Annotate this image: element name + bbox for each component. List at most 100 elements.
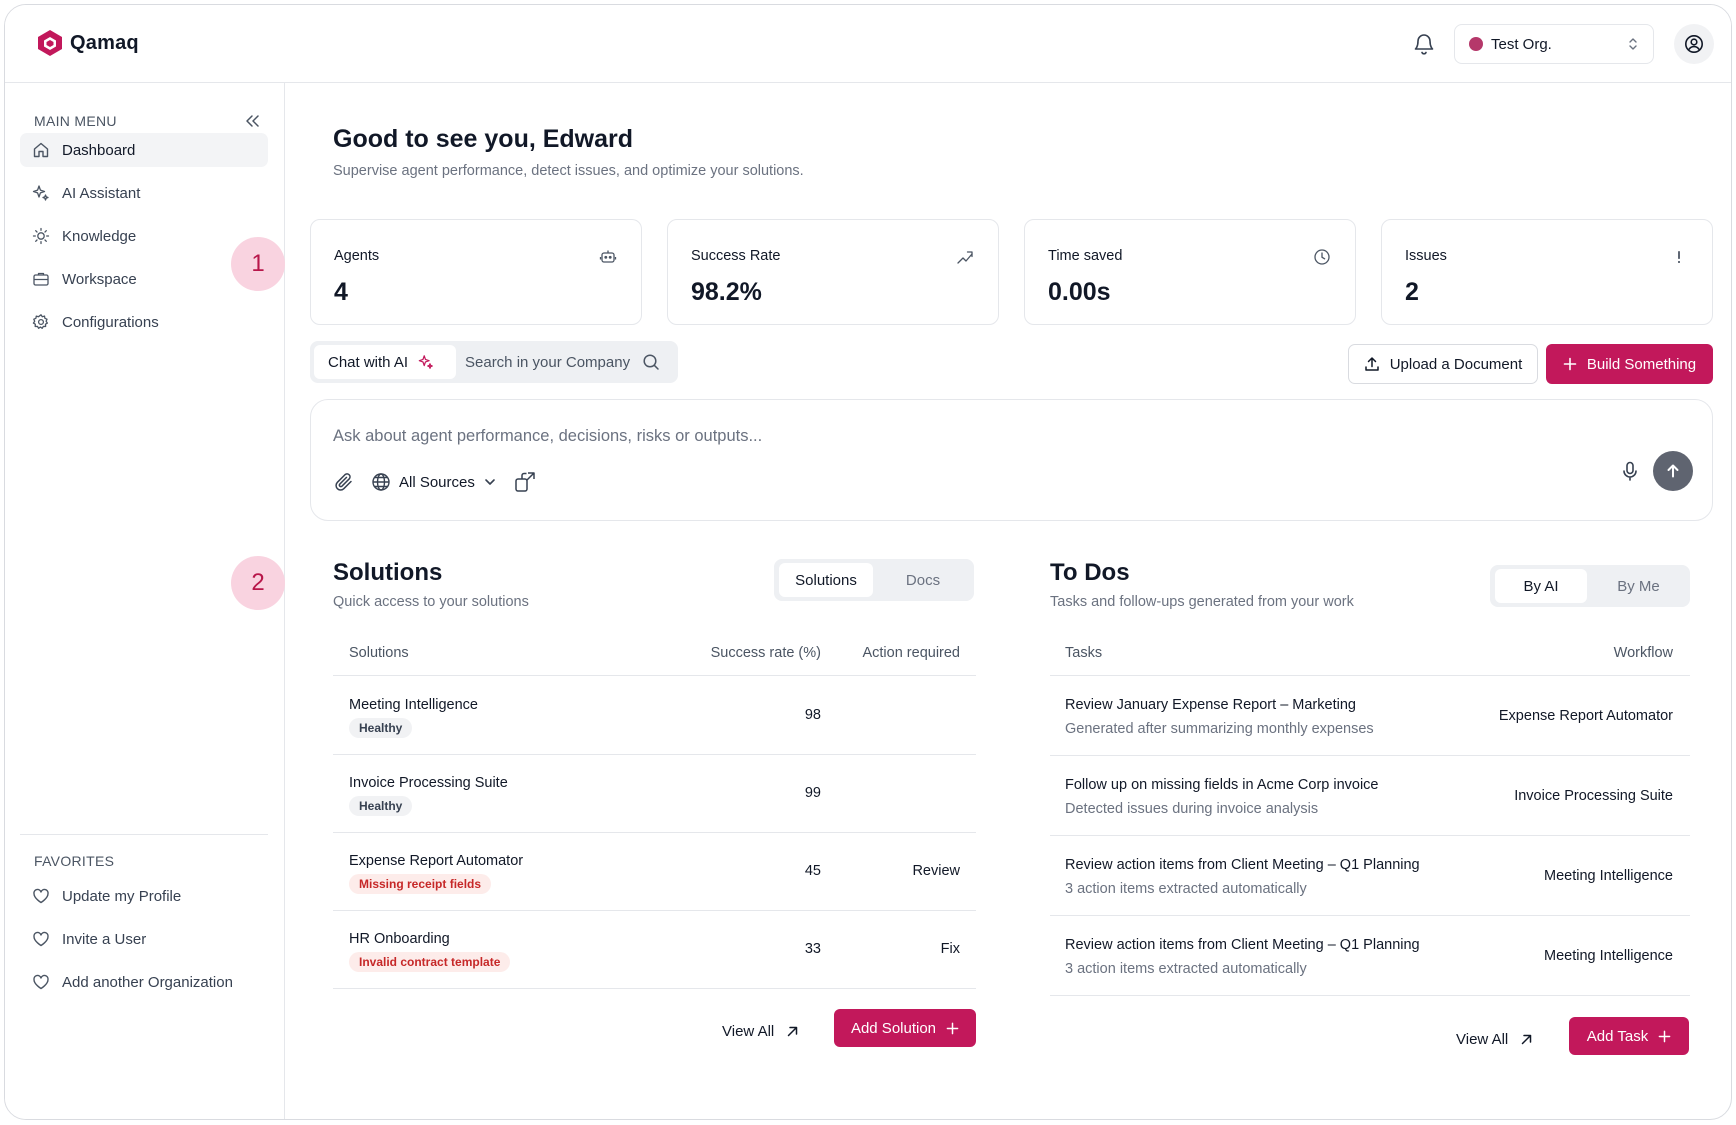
- chat-tools: All Sources: [333, 470, 537, 494]
- heart-icon: [33, 888, 49, 904]
- page-subtitle: Supervise agent performance, detect issu…: [333, 163, 804, 179]
- clock-icon: [1314, 249, 1330, 265]
- logo[interactable]: Qamaq: [37, 29, 139, 57]
- user-avatar[interactable]: [1674, 24, 1714, 64]
- stat-card-time-saved[interactable]: Time saved 0.00s: [1024, 219, 1356, 325]
- button-label: Add Solution: [850, 1019, 937, 1037]
- main-menu-heading: MAIN MENU: [34, 113, 117, 129]
- tab-docs[interactable]: Docs: [877, 563, 969, 597]
- stat-label: Success Rate: [691, 248, 781, 264]
- lightbulb-icon: [32, 227, 50, 245]
- tab-by-ai[interactable]: By AI: [1495, 569, 1587, 603]
- table-divider: [333, 832, 976, 833]
- table-divider: [1050, 675, 1690, 676]
- action-required-link[interactable]: Fix: [875, 941, 960, 957]
- task-title: Follow up on missing fields in Acme Corp…: [1065, 777, 1379, 793]
- brand-name: Qamaq: [70, 31, 139, 54]
- sidebar-item-knowledge[interactable]: Knowledge: [20, 219, 268, 253]
- tools-icon[interactable]: [513, 470, 537, 494]
- solution-name: Meeting Intelligence: [349, 697, 478, 713]
- send-button[interactable]: [1653, 451, 1693, 491]
- button-label: Add Task: [1586, 1027, 1649, 1045]
- org-color-dot: [1469, 37, 1483, 51]
- tab-chat-with-ai[interactable]: Chat with AI: [314, 345, 456, 379]
- success-rate-value: 45: [804, 863, 821, 879]
- favorite-add-organization[interactable]: Add another Organization: [20, 965, 268, 999]
- favorite-update-profile[interactable]: Update my Profile: [20, 879, 268, 913]
- chevron-up-down-icon: [1629, 38, 1637, 50]
- build-something-button[interactable]: Build Something: [1546, 344, 1713, 384]
- column-header-workflow: Workflow: [1613, 645, 1673, 661]
- chat-input[interactable]: Ask about agent performance, decisions, …: [333, 427, 762, 446]
- column-header-success-rate: Success rate (%): [710, 645, 821, 661]
- bell-icon[interactable]: [1412, 31, 1436, 57]
- favorite-invite-user[interactable]: Invite a User: [20, 922, 268, 956]
- chat-search-toggle: Chat with AI Search in your Company: [310, 341, 678, 383]
- stat-value: 0.00s: [1048, 278, 1111, 306]
- upload-icon: [1364, 357, 1379, 371]
- heart-icon: [33, 974, 49, 990]
- plus-icon: [1658, 1030, 1671, 1042]
- arrow-up-right-icon: [788, 1026, 798, 1037]
- add-task-button[interactable]: Add Task: [1569, 1017, 1689, 1055]
- button-label: Upload a Document: [1389, 355, 1523, 373]
- success-rate-value: 98: [804, 707, 821, 723]
- gear-icon: [32, 314, 49, 329]
- favorite-label: Add another Organization: [62, 973, 233, 991]
- status-badge: Invalid contract template: [349, 952, 511, 972]
- add-solution-button[interactable]: Add Solution: [834, 1009, 976, 1047]
- column-header-solutions: Solutions: [349, 645, 409, 661]
- status-badge: Healthy: [349, 718, 413, 738]
- sparkle-icon: [32, 185, 49, 201]
- button-label: Build Something: [1586, 355, 1697, 373]
- stat-card-agents[interactable]: Agents 4: [310, 219, 642, 325]
- stat-card-success-rate[interactable]: Success Rate 98.2%: [667, 219, 999, 325]
- task-workflow: Expense Report Automator: [1498, 708, 1673, 724]
- top-bar: Qamaq Test Org.: [5, 5, 1731, 83]
- plus-icon: [1563, 357, 1577, 371]
- chat-composer: Ask about agent performance, decisions, …: [310, 399, 1713, 521]
- column-header-action-required: Action required: [862, 645, 960, 661]
- todos-view-all-link[interactable]: View All: [1456, 1031, 1533, 1048]
- stat-card-issues[interactable]: Issues 2: [1381, 219, 1713, 325]
- task-workflow: Meeting Intelligence: [1544, 868, 1673, 884]
- globe-icon: [372, 473, 390, 491]
- favorite-label: Invite a User: [62, 930, 147, 948]
- arrow-up-icon: [1667, 464, 1679, 478]
- table-divider: [333, 675, 976, 676]
- stat-label: Time saved: [1048, 248, 1123, 264]
- sidebar-item-configurations[interactable]: Configurations: [20, 305, 268, 339]
- solutions-view-all-link[interactable]: View All: [722, 1023, 799, 1040]
- chevron-down-icon: [485, 479, 495, 485]
- status-badge: Missing receipt fields: [349, 874, 492, 894]
- sidebar-item-dashboard[interactable]: Dashboard: [20, 133, 268, 167]
- solutions-title: Solutions: [333, 559, 443, 586]
- home-icon: [33, 142, 49, 158]
- upload-document-button[interactable]: Upload a Document: [1348, 344, 1538, 384]
- paperclip-icon[interactable]: [333, 471, 355, 493]
- solutions-subtitle: Quick access to your solutions: [333, 594, 529, 610]
- briefcase-icon: [33, 272, 49, 286]
- table-divider: [1050, 835, 1690, 836]
- tab-solutions[interactable]: Solutions: [779, 563, 873, 597]
- task-title: Review January Expense Report – Marketin…: [1065, 697, 1356, 713]
- task-detail: 3 action items extracted automatically: [1065, 881, 1307, 897]
- page-title: Good to see you, Edward: [333, 125, 634, 153]
- stat-label: Agents: [334, 248, 380, 264]
- exclamation-icon: [1678, 251, 1680, 263]
- stat-value: 2: [1405, 278, 1419, 306]
- org-selector[interactable]: Test Org.: [1454, 24, 1654, 64]
- action-required-link[interactable]: Review: [875, 863, 960, 879]
- success-rate-value: 33: [804, 941, 821, 957]
- success-rate-value: 99: [804, 785, 821, 801]
- stat-label: Issues: [1405, 248, 1447, 264]
- favorite-label: Update my Profile: [62, 887, 182, 905]
- tab-label: Chat with AI: [328, 353, 409, 371]
- sidebar-item-ai-assistant[interactable]: AI Assistant: [20, 176, 268, 210]
- tab-by-me[interactable]: By Me: [1592, 569, 1685, 603]
- collapse-sidebar-icon[interactable]: [244, 113, 260, 129]
- sources-dropdown[interactable]: All Sources: [371, 472, 497, 492]
- tab-search-company[interactable]: Search in your Company: [465, 345, 660, 379]
- view-all-label: View All: [722, 1023, 775, 1040]
- microphone-icon[interactable]: [1619, 460, 1641, 482]
